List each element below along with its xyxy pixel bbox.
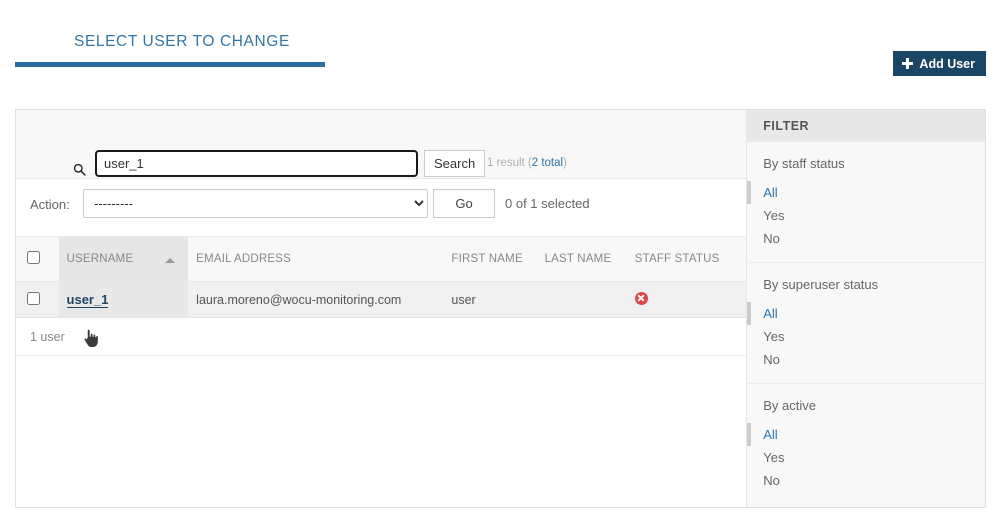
filter-header: FILTER: [747, 110, 985, 142]
cross-circle-icon: [634, 291, 648, 305]
search-icon: [73, 163, 86, 176]
go-button[interactable]: Go: [433, 189, 495, 218]
selection-counter: 0 of 1 selected: [505, 196, 590, 211]
column-header-username[interactable]: USERNAME: [58, 236, 189, 282]
filter-group-title: By active: [763, 398, 816, 413]
filter-group-superuser-status: By superuser status All Yes No: [747, 263, 985, 384]
username-link[interactable]: user_1: [66, 292, 109, 308]
filter-group-staff-status: By staff status All Yes No: [747, 142, 985, 263]
page-header: SELECT USER TO CHANGE Add User: [0, 0, 1001, 100]
search-result-suffix: ): [563, 157, 567, 169]
filter-option-staff-yes[interactable]: Yes: [747, 204, 985, 227]
results-table-body: user_1 laura.moreno@wocu-monitoring.com …: [16, 281, 747, 318]
column-header-first-name[interactable]: FIRST NAME: [443, 236, 537, 282]
result-count-footer: 1 user: [16, 318, 747, 356]
filter-option-superuser-yes[interactable]: Yes: [747, 325, 985, 348]
column-header-last-name[interactable]: LAST NAME: [536, 236, 627, 282]
action-bar: Action: --------- Go 0 of 1 selected: [16, 179, 747, 236]
page-title: SELECT USER TO CHANGE: [74, 33, 290, 50]
filter-option-staff-all[interactable]: All: [747, 181, 985, 204]
column-header-first-name-label: FIRST NAME: [451, 253, 523, 265]
filter-option-active-yes[interactable]: Yes: [747, 446, 985, 469]
filter-option-superuser-no[interactable]: No: [747, 348, 985, 371]
search-result-count: 1 result (2 total): [487, 157, 567, 169]
cell-email: laura.moreno@wocu-monitoring.com: [188, 281, 444, 318]
filter-option-staff-no[interactable]: No: [747, 227, 985, 250]
row-select-cell: [16, 281, 59, 318]
results-table: USERNAME EMAIL ADDRESS FIRST NAME LAST N…: [16, 236, 747, 318]
add-user-button[interactable]: Add User: [893, 51, 986, 76]
column-header-last-name-label: LAST NAME: [544, 253, 612, 265]
column-header-staff-status[interactable]: STAFF STATUS: [626, 236, 747, 282]
row-select-checkbox[interactable]: [27, 291, 40, 305]
column-header-email[interactable]: EMAIL ADDRESS: [188, 236, 444, 282]
add-user-label: Add User: [919, 56, 975, 71]
filter-group-active: By active All Yes No: [747, 384, 985, 504]
title-underline-bar: [15, 62, 325, 67]
table-row[interactable]: user_1 laura.moreno@wocu-monitoring.com …: [16, 281, 747, 318]
action-select[interactable]: ---------: [83, 189, 428, 218]
results-table-head: USERNAME EMAIL ADDRESS FIRST NAME LAST N…: [16, 236, 747, 282]
cell-staff-status: [626, 281, 747, 318]
filter-group-title: By superuser status: [763, 277, 879, 292]
search-button[interactable]: Search: [424, 150, 486, 177]
cell-username: user_1: [58, 281, 189, 318]
cell-last-name: [536, 281, 627, 318]
select-all-checkbox[interactable]: [27, 251, 40, 264]
filter-option-superuser-all[interactable]: All: [747, 302, 985, 325]
column-header-staff-status-label: STAFF STATUS: [634, 253, 720, 265]
action-label: Action:: [30, 197, 70, 212]
select-all-header: [16, 236, 59, 282]
table-header-row: USERNAME EMAIL ADDRESS FIRST NAME LAST N…: [16, 236, 747, 282]
column-header-email-label: EMAIL ADDRESS: [196, 253, 292, 265]
search-input[interactable]: [95, 150, 418, 177]
filter-sidebar: FILTER By staff status All Yes No By sup…: [747, 110, 985, 507]
search-result-prefix: 1 result (: [487, 157, 532, 169]
filter-option-active-all[interactable]: All: [747, 423, 985, 446]
sort-ascending-icon: [165, 258, 176, 263]
changelist-main: Search 1 result (2 total) Action: ------…: [16, 110, 748, 507]
search-bar: Search 1 result (2 total): [16, 110, 747, 179]
changelist-panel: Search 1 result (2 total) Action: ------…: [15, 109, 986, 508]
filter-option-active-no[interactable]: No: [747, 469, 985, 492]
cell-first-name: user: [443, 281, 537, 318]
search-total-link[interactable]: 2 total: [532, 157, 563, 169]
plus-icon: [902, 58, 914, 69]
filter-group-title: By staff status: [763, 156, 845, 171]
column-header-username-label: USERNAME: [66, 253, 134, 265]
